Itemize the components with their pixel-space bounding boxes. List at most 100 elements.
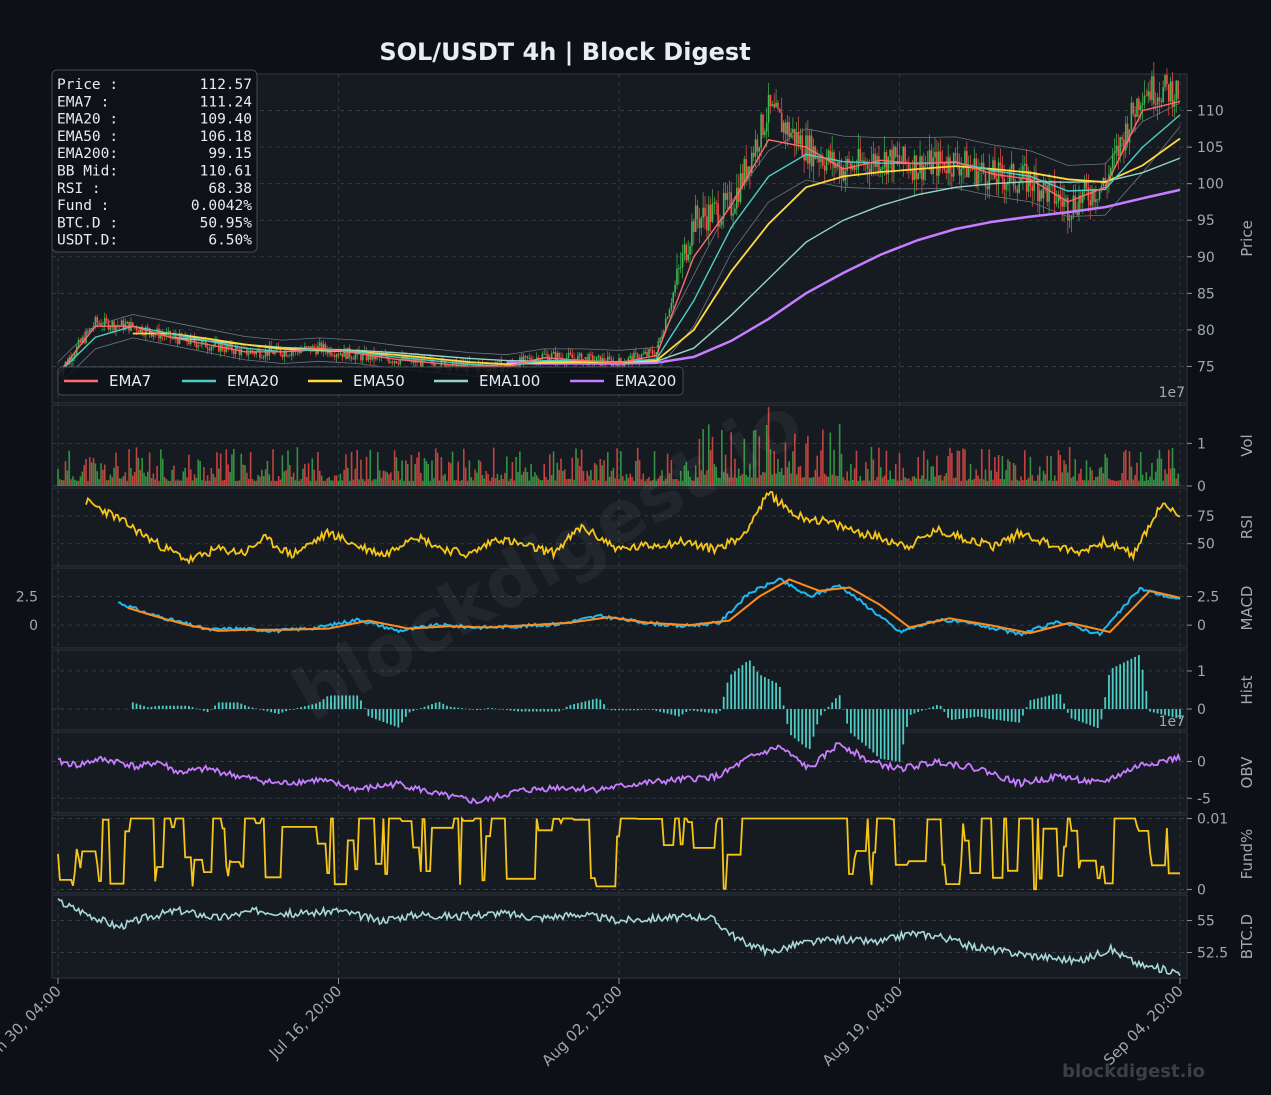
volume-bar [1156, 458, 1159, 486]
hist-bar [255, 708, 258, 710]
volume-bar [1154, 471, 1157, 486]
volume-bar [934, 476, 936, 486]
candle-body [339, 353, 342, 355]
hist-bar [666, 709, 669, 714]
candle-body [1018, 182, 1020, 193]
hist-bar [382, 709, 385, 722]
volume-bar [391, 480, 394, 486]
volume-bar [363, 480, 366, 486]
volume-bar [298, 480, 301, 486]
candle-body [287, 355, 289, 357]
hist-bar [711, 709, 714, 714]
candle-body [1048, 183, 1050, 202]
volume-bar [453, 480, 456, 486]
candle-body [861, 160, 863, 162]
volume-bar [356, 450, 358, 486]
hist-bar [494, 708, 497, 710]
volume-bar [1108, 478, 1110, 486]
volume-bar [296, 447, 299, 486]
volume-bar [923, 450, 925, 486]
info-label: Fund : [57, 198, 109, 214]
volume-bar [541, 480, 544, 486]
info-value: 106.18 [200, 129, 252, 145]
hist-bar [1003, 709, 1006, 721]
candle-body [528, 357, 531, 359]
x-tick-label: Sep 04, 20:00 [1100, 982, 1187, 1069]
hist-bar [603, 704, 605, 710]
volume-bar [1080, 468, 1082, 486]
volume-bar [575, 448, 577, 486]
candle-body [732, 213, 734, 216]
hist-bar [1156, 709, 1159, 714]
hist-bar [475, 709, 478, 711]
volume-bar [277, 476, 280, 486]
hist-bar [576, 703, 579, 710]
hist-bar [158, 705, 160, 710]
hist-bar [419, 708, 422, 710]
candle-body [855, 168, 858, 170]
volume-bar [1081, 479, 1084, 486]
volume-bar [399, 479, 402, 486]
candle-body [152, 334, 155, 337]
candle-body [936, 151, 938, 176]
volume-bar [550, 475, 553, 486]
volume-bar [814, 469, 817, 486]
volume-bar [491, 477, 493, 486]
hist-bar [745, 662, 748, 710]
volume-bar [1175, 478, 1178, 486]
volume-bar [395, 457, 398, 486]
info-label: EMA7 : [57, 94, 109, 110]
hist-bar [749, 660, 751, 710]
legend: EMA7 EMA20 EMA50 EMA100 EMA200 [57, 366, 684, 396]
volume-bar [973, 478, 976, 486]
hist-bar [408, 709, 411, 713]
hist-bar [954, 709, 957, 720]
y-tick-label: 55 [1197, 914, 1215, 930]
candle-body [913, 155, 916, 181]
volume-bar [577, 458, 579, 486]
volume-bar [440, 457, 443, 486]
candle-body [788, 122, 790, 137]
hist-bar [461, 708, 463, 710]
hist-bar [517, 709, 519, 712]
volume-bar [1147, 480, 1150, 486]
volume-bar [532, 476, 534, 486]
candle-body [94, 317, 97, 327]
hist-bar [498, 709, 501, 710]
volume-bar [1037, 474, 1039, 486]
volume-bar [954, 477, 957, 486]
y-tick-label: 110 [1197, 104, 1224, 120]
hist-bar [681, 709, 684, 715]
volume-bar [251, 478, 254, 486]
volume-bar [952, 478, 955, 486]
volume-bar [68, 450, 71, 486]
volume-bar [476, 472, 478, 486]
volume-bar [556, 462, 559, 486]
volume-bar [966, 480, 968, 486]
volume-bar [904, 477, 906, 486]
volume-bar [1035, 480, 1037, 486]
candle-body [1147, 91, 1150, 97]
candle-body [889, 149, 891, 157]
hist-bar [846, 709, 849, 724]
volume-bar [60, 480, 63, 486]
candle-body [850, 162, 852, 170]
hist-bar [296, 708, 299, 710]
volume-bar [539, 480, 542, 486]
candle-body [928, 150, 931, 165]
volume-bar [57, 469, 59, 486]
volume-bar [1141, 474, 1144, 486]
hist-bar [180, 705, 183, 710]
volume-bar [214, 477, 216, 486]
info-label: EMA200: [57, 146, 118, 162]
candle-body [1016, 189, 1019, 193]
hist-bar [707, 709, 710, 713]
hist-bar [285, 709, 288, 712]
candle-body [137, 330, 140, 333]
volume-bar [322, 480, 325, 486]
candle-body [836, 162, 839, 165]
candle-body [247, 353, 250, 355]
volume-bar [1001, 455, 1004, 486]
volume-bar [498, 480, 501, 486]
volume-bar [850, 464, 852, 486]
